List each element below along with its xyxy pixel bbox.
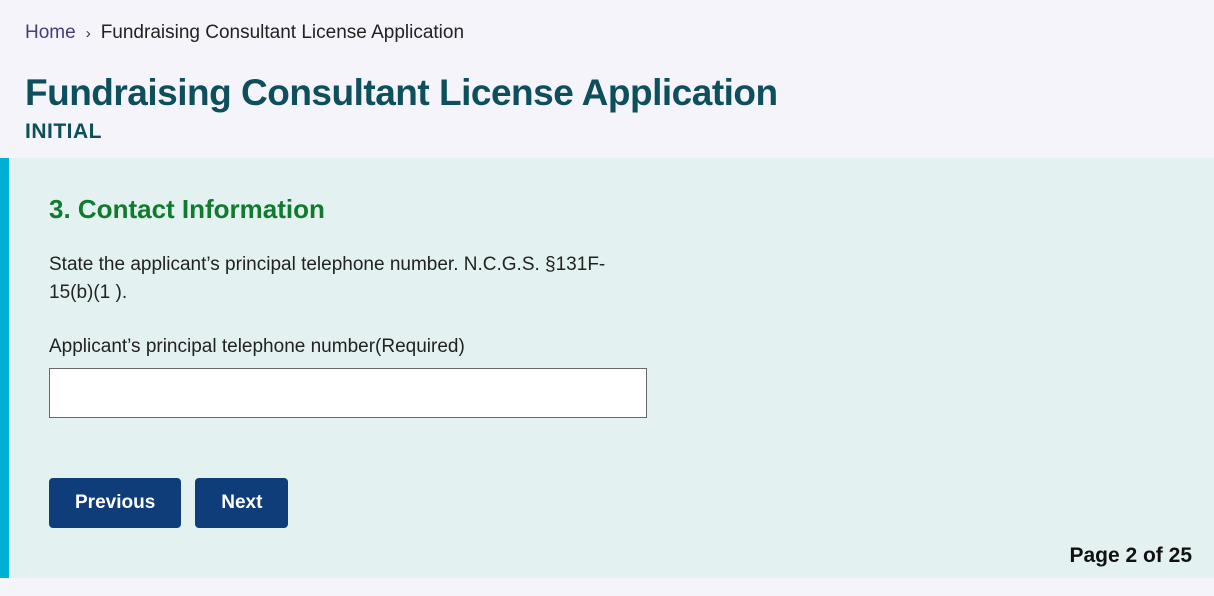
page-title: Fundraising Consultant License Applicati…	[25, 72, 1189, 114]
breadcrumb-home-link[interactable]: Home	[25, 22, 76, 44]
phone-input[interactable]	[49, 368, 647, 418]
section-heading: 3. Contact Information	[49, 194, 1174, 225]
button-row: Previous Next	[49, 478, 1174, 528]
chevron-right-icon: ›	[86, 25, 91, 42]
previous-button[interactable]: Previous	[49, 478, 181, 528]
breadcrumb: Home › Fundraising Consultant License Ap…	[25, 22, 1189, 44]
instruction-text: State the applicant’s principal telephon…	[49, 251, 629, 306]
breadcrumb-current: Fundraising Consultant License Applicati…	[101, 22, 464, 44]
form-panel: 3. Contact Information State the applica…	[0, 158, 1214, 578]
next-button[interactable]: Next	[195, 478, 288, 528]
phone-field-label: Applicant’s principal telephone number(R…	[49, 336, 1174, 358]
page-indicator: Page 2 of 25	[1069, 544, 1192, 568]
page-subtitle: INITIAL	[25, 120, 1189, 144]
